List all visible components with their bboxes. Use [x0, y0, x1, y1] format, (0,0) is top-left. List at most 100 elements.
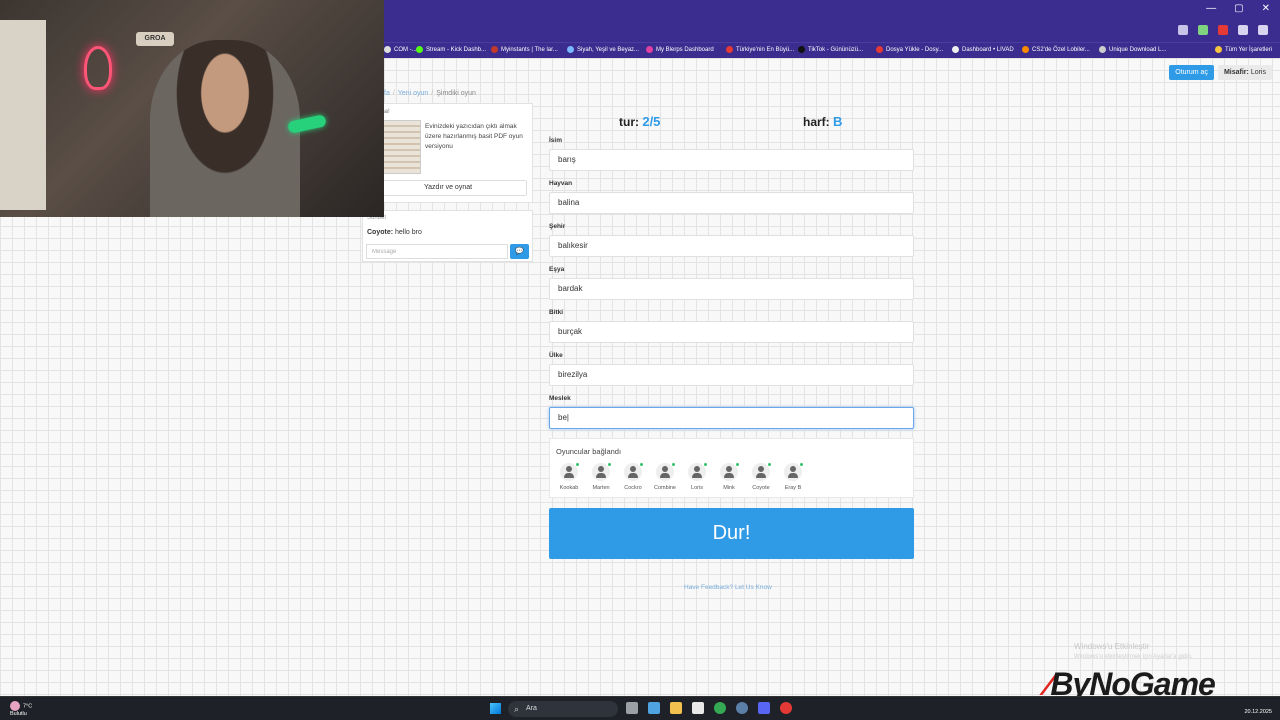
bookmark-item[interactable]: COM -... — [384, 46, 417, 53]
bookmark-item[interactable]: Unique Download L... — [1099, 46, 1166, 53]
tray-date: 20.12.2025 — [1244, 709, 1272, 715]
steam-icon[interactable] — [736, 702, 748, 714]
online-indicator — [704, 463, 707, 466]
answer-input[interactable]: balina — [549, 192, 914, 214]
close-icon[interactable]: ✕ — [1262, 3, 1270, 14]
bookmark-label: COM -... — [394, 46, 417, 53]
bookmark-item[interactable]: Myinstants | The lar... — [491, 46, 558, 53]
copilot-icon[interactable] — [648, 702, 660, 714]
online-indicator — [768, 463, 771, 466]
file-explorer-icon[interactable] — [670, 702, 682, 714]
bookmark-item[interactable]: Türkiye'nin En Büyü... — [726, 46, 794, 53]
bookmark-item[interactable]: Stream - Kick Dashb... — [416, 46, 486, 53]
player-name: Combine — [653, 485, 676, 491]
chat-message-text: hello bro — [395, 229, 422, 236]
app-icon[interactable] — [780, 702, 792, 714]
bookmark-item[interactable]: Tüm Yer İşaretleri — [1215, 46, 1272, 53]
print-card-description: Evinizdeki yazıcıdan çıktı almak üzere h… — [425, 123, 523, 150]
login-button[interactable]: Oturum aç — [1169, 65, 1214, 80]
windows-start-icon[interactable] — [490, 703, 501, 714]
field-label: Meslek — [549, 395, 571, 402]
chat-panel: Sohbet Coyote: hello bro 💬 — [362, 210, 533, 262]
bookmark-item[interactable]: Dosya Yükle - Dosy... — [876, 46, 943, 53]
user-avatar-icon — [688, 463, 706, 481]
star-icon[interactable] — [1178, 25, 1188, 35]
bookmark-label: Myinstants | The lar... — [501, 46, 558, 53]
chat-send-button[interactable]: 💬 — [510, 244, 529, 259]
bookmark-label: Türkiye'nin En Büyü... — [736, 46, 795, 53]
letter-indicator: harf: B — [803, 114, 842, 129]
bookmark-label: Unique Download L... — [1109, 46, 1167, 53]
bookmark-favicon-icon — [876, 46, 883, 53]
minimize-icon[interactable]: — — [1206, 3, 1216, 14]
taskbar-search[interactable]: Ara — [508, 701, 618, 717]
extension-icon[interactable] — [1218, 25, 1228, 35]
bookmark-item[interactable]: Dashboard • LIVAD — [952, 46, 1014, 53]
breadcrumb: fa / Yeni oyun / Şimdiki oyun — [384, 90, 476, 97]
players-list: Kookab Marten Cockro Combine Loris Mink Coyote… — [556, 463, 806, 491]
user-avatar-icon — [656, 463, 674, 481]
field-label: Bitki — [549, 309, 564, 316]
user-area: Oturum aç Misafir: Loris — [1169, 65, 1272, 80]
player-item: Kookab — [556, 463, 582, 491]
streamer — [150, 40, 300, 217]
bookmark-favicon-icon — [1215, 46, 1222, 53]
windows-activation-title: Windows'u Etkinleştir — [1074, 642, 1150, 651]
online-indicator — [800, 463, 803, 466]
user-avatar-icon — [624, 463, 642, 481]
online-indicator — [608, 463, 611, 466]
bookmark-label: My Blerps Dashboard — [656, 46, 714, 53]
taskbar: 7°C Bulutlu Ara 20.12.2025 — [0, 696, 1280, 720]
maximize-icon[interactable]: ▢ — [1234, 3, 1243, 14]
guest-badge: Misafir: Loris — [1217, 65, 1272, 80]
system-tray[interactable]: 20.12.2025 — [1244, 700, 1272, 716]
answer-input[interactable]: barış — [549, 149, 914, 171]
print-and-play-button[interactable]: Yazdır ve oynat — [369, 180, 527, 196]
field-label: İsim — [549, 137, 563, 144]
background-door — [0, 20, 46, 210]
stop-button[interactable]: Dur! — [549, 508, 914, 559]
player-item: Mink — [716, 463, 742, 491]
bookmark-label: Stream - Kick Dashb... — [426, 46, 487, 53]
store-icon[interactable] — [692, 702, 704, 714]
answer-input[interactable]: birezilya — [549, 364, 914, 386]
discord-icon[interactable] — [758, 702, 770, 714]
feedback-link[interactable]: Have Feedback? Let Us Know — [684, 584, 772, 591]
bookmark-item[interactable]: Siyah, Yeşil ve Beyaz... — [567, 46, 639, 53]
chat-send-icon: 💬 — [515, 248, 524, 255]
player-item: Cockro — [620, 463, 646, 491]
task-view-icon[interactable] — [626, 702, 638, 714]
weather-text: Bulutlu — [10, 711, 27, 717]
bookmark-favicon-icon — [1099, 46, 1106, 53]
field-label: Eşya — [549, 266, 565, 273]
bookmark-label: Siyah, Yeşil ve Beyaz... — [577, 46, 640, 53]
bookmark-item[interactable]: CS2'de Özel Lobiler... — [1022, 46, 1090, 53]
chat-input[interactable] — [366, 244, 508, 259]
weather-temp: 7°C — [23, 703, 33, 710]
extension-icon[interactable] — [1198, 25, 1208, 35]
bookmark-favicon-icon — [1022, 46, 1029, 53]
weather-widget[interactable]: 7°C Bulutlu — [10, 701, 32, 718]
answer-input[interactable]: balıkesir — [549, 235, 914, 257]
wall-sign: GROA — [136, 32, 174, 46]
chrome-icon[interactable] — [714, 702, 726, 714]
player-name: Marten — [592, 485, 610, 491]
weather-icon — [10, 701, 20, 711]
answer-input[interactable]: bardak — [549, 278, 914, 300]
player-name: Coyote — [752, 485, 770, 491]
player-item: Marten — [588, 463, 614, 491]
bookmark-label: CS2'de Özel Lobiler... — [1032, 46, 1090, 53]
menu-icon[interactable] — [1258, 25, 1268, 35]
user-avatar-icon — [592, 463, 610, 481]
breadcrumb-new-game[interactable]: Yeni oyun — [398, 90, 429, 97]
bookmark-item[interactable]: My Blerps Dashboard — [646, 46, 714, 53]
breadcrumb-home[interactable]: fa — [384, 90, 390, 97]
field-label: Ülke — [549, 352, 563, 359]
puzzle-icon[interactable] — [1238, 25, 1248, 35]
neon-light — [84, 46, 112, 90]
answer-input[interactable]: be| — [549, 407, 914, 429]
answer-input[interactable]: burçak — [549, 321, 914, 343]
players-title: Oyuncular bağlandı — [556, 447, 622, 456]
bookmark-item[interactable]: TikTok - Gününüzü... — [798, 46, 863, 53]
bookmark-label: TikTok - Gününüzü... — [808, 46, 864, 53]
